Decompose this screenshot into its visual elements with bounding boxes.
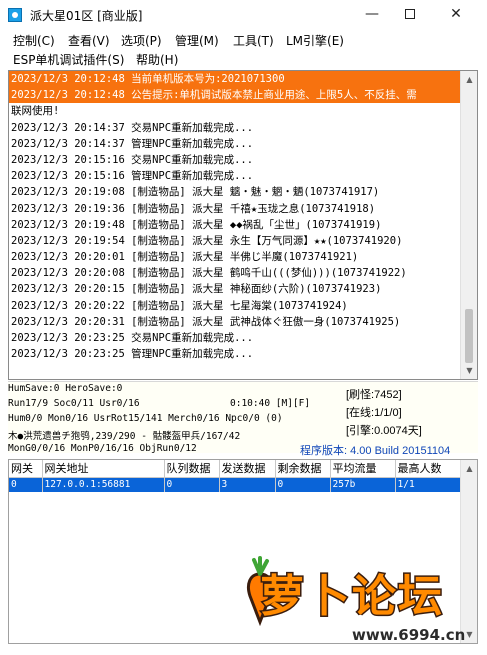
watermark-url: www.6994.cn [352, 626, 466, 644]
menu-esp-plugin[interactable]: ESP单机调试插件(S) [13, 51, 124, 68]
log-line: 2023/12/3 20:12:48 公告提示:单机调试版本禁止商业用途、上限5… [9, 87, 461, 104]
status-monster: 木●洪荒遗兽チ狍鸮,239/290 - 骷髅盔甲兵/167/42 [8, 431, 241, 442]
status-refresh: [刷怪:7452] [346, 389, 402, 401]
log-line: 2023/12/3 20:20:15 [制造物品] 派大星 神秘面纱(六阶)(1… [11, 283, 382, 296]
menu-manage[interactable]: 管理(M) [175, 32, 219, 49]
watermark-text: 萝卜论坛 [259, 570, 444, 624]
table-scroll-up-icon[interactable]: ▲ [461, 460, 477, 477]
menu-control[interactable]: 控制(C) [13, 32, 55, 49]
log-line: 2023/12/3 20:15:16 管理NPC重新加载完成... [11, 170, 254, 183]
table-row[interactable]: 0 127.0.0.1:56881 0 3 0 257b 1/1 [9, 477, 462, 492]
status-save: HumSave:0 HeroSave:0 [8, 383, 123, 394]
scroll-up-icon[interactable]: ▲ [461, 71, 477, 88]
title-bar[interactable]: 派大星01区 [商业版] — ✕ [0, 0, 487, 30]
status-engine: [引擎:0.0074天] [346, 425, 422, 437]
table-header-row: 网关 网关地址 队列数据 发送数据 剩余数据 平均流量 最高人数 [9, 460, 462, 478]
close-button[interactable]: ✕ [433, 0, 479, 30]
log-line-text: 联网使用! [11, 105, 60, 118]
log-line: 2023/12/3 20:20:22 [制造物品] 派大星 七星海棠(10737… [11, 299, 348, 312]
cell-max-users: 1/1 [395, 477, 462, 492]
log-panel[interactable]: 2023/12/3 20:12:48 当前单机版本号为:2021071300 20… [8, 70, 478, 380]
col-average-traffic[interactable]: 平均流量 [330, 460, 396, 478]
watermark-logo: 萝卜论坛 www.6994.cn [240, 556, 468, 648]
log-line: 2023/12/3 20:20:31 [制造物品] 派大星 武神战体ぐ狂傲一身(… [11, 315, 401, 328]
log-line: 2023/12/3 20:19:08 [制造物品] 派大星 魑・魅・魍・魉(10… [11, 186, 380, 199]
col-gateway[interactable]: 网关 [9, 460, 43, 478]
log-line: 2023/12/3 20:23:25 交易NPC重新加载完成... [11, 332, 254, 344]
cell-gateway-address: 127.0.0.1:56881 [42, 477, 165, 492]
maximize-button[interactable] [387, 0, 433, 30]
scroll-down-icon[interactable]: ▼ [461, 362, 477, 379]
cell-remaining-data: 0 [275, 477, 331, 492]
menu-tools[interactable]: 工具(T) [233, 32, 274, 49]
gateway-table: 网关 网关地址 队列数据 发送数据 剩余数据 平均流量 最高人数 0 127.0… [9, 460, 462, 492]
log-line: 2023/12/3 20:19:36 [制造物品] 派大星 千禧★玉珑之息(10… [11, 202, 376, 215]
status-online: [在线:1/1/0] [346, 407, 402, 419]
col-gateway-address[interactable]: 网关地址 [42, 460, 165, 478]
cell-average-traffic: 257b [330, 477, 396, 492]
status-panel: HumSave:0 HeroSave:0 Run17/9 Soc0/11 Usr… [8, 381, 478, 457]
col-queue-data[interactable]: 队列数据 [164, 460, 220, 478]
log-line: 联网使用! [9, 103, 461, 119]
log-lines: 2023/12/3 20:12:48 当前单机版本号为:2021071300 20… [9, 71, 461, 362]
status-mong: MonG0/0/16 MonP0/16/16 ObjRun0/12 [8, 443, 197, 454]
status-run: Run17/9 Soc0/11 Usr0/16 [8, 398, 140, 409]
log-line: 2023/12/3 20:23:25 管理NPC重新加载完成... [11, 348, 254, 361]
log-line: 2023/12/3 20:19:48 [制造物品] 派大星 ◆◆祸乱「尘世」(1… [11, 218, 382, 231]
log-line: 2023/12/3 20:20:08 [制造物品] 派大星 鹤鸣千山(((梦仙)… [11, 267, 407, 280]
log-line: 2023/12/3 20:14:37 管理NPC重新加载完成... [11, 137, 254, 150]
menu-view[interactable]: 查看(V) [68, 32, 110, 49]
status-time: 0:10:40 [M][F] [230, 398, 311, 409]
menu-lm-engine[interactable]: LM引擎(E) [286, 32, 344, 49]
log-line: 2023/12/3 20:15:16 交易NPC重新加载完成... [11, 153, 254, 166]
menu-options[interactable]: 选项(P) [121, 32, 162, 49]
log-line: 2023/12/3 20:20:01 [制造物品] 派大星 半佛じ半魔(1073… [11, 251, 359, 264]
menu-bar: 控制(C) 查看(V) 选项(P) 管理(M) 工具(T) LM引擎(E) ES… [0, 30, 487, 68]
program-version: 程序版本: 4.00 Build 20151104 [300, 445, 451, 457]
col-sent-data[interactable]: 发送数据 [219, 460, 276, 478]
log-scrollbar[interactable]: ▲ ▼ [460, 71, 477, 379]
status-hum: Hum0/0 Mon0/16 UsrRot15/141 Merch0/16 Np… [8, 413, 283, 424]
scroll-thumb[interactable] [465, 309, 473, 363]
cell-queue-data: 0 [164, 477, 220, 492]
maximize-icon [405, 9, 415, 19]
window-title: 派大星01区 [商业版] [30, 9, 143, 23]
log-line: 2023/12/3 20:14:37 交易NPC重新加载完成... [11, 121, 254, 134]
app-icon [8, 8, 22, 22]
col-max-users[interactable]: 最高人数 [395, 460, 462, 478]
cell-gateway: 0 [9, 477, 43, 492]
menu-help[interactable]: 帮助(H) [136, 51, 178, 68]
col-remaining-data[interactable]: 剩余数据 [275, 460, 331, 478]
cell-sent-data: 3 [219, 477, 276, 492]
log-line: 2023/12/3 20:12:48 当前单机版本号为:2021071300 [9, 71, 461, 88]
log-line: 2023/12/3 20:19:54 [制造物品] 派大星 永生【万气同源】★★… [11, 234, 403, 247]
